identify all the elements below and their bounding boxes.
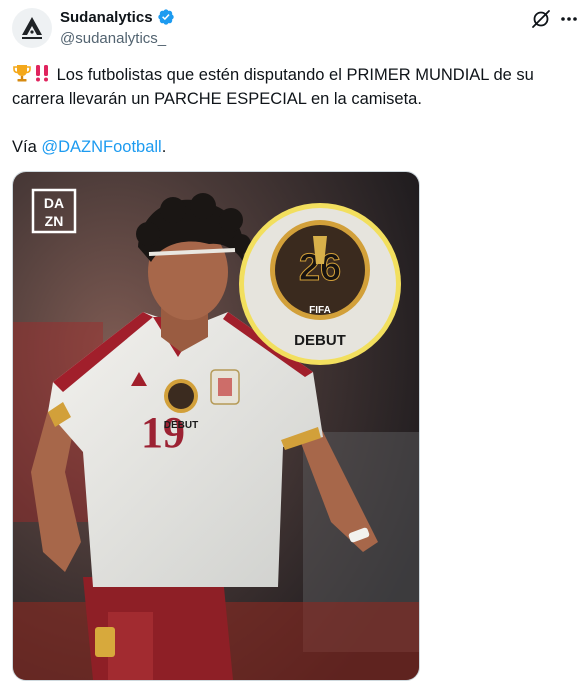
debut-patch: 26 FIFA DEBUT <box>239 203 401 365</box>
patch-label: DEBUT <box>294 332 346 349</box>
via-prefix: Vía <box>12 138 42 156</box>
dazn-logo-bottom: ZN <box>45 213 64 229</box>
tweet-main-text: Los futbolistas que estén disputando el … <box>12 66 534 108</box>
truncated-previous-text: · · · · · · · · · · · <box>60 0 144 6</box>
author-name-row[interactable]: Sudanalytics <box>60 8 175 26</box>
tweet-text: Los futbolistas que estén disputando el … <box>12 63 578 159</box>
more-options-icon[interactable] <box>558 8 580 30</box>
patch-fifa: FIFA <box>309 305 331 316</box>
double-exclamation-icon <box>36 65 48 82</box>
author-display-name[interactable]: Sudanalytics <box>60 9 153 26</box>
player-photo: 19 DEBUT DA ZN 26 FIFA DEBUT <box>13 172 419 680</box>
mention-link[interactable]: @DAZNFootball <box>41 138 161 156</box>
via-suffix: . <box>161 138 167 156</box>
author-handle[interactable]: @sudanalytics_ <box>60 30 166 47</box>
tweet-paragraph-main: Los futbolistas que estén disputando el … <box>12 63 578 111</box>
verified-badge-icon <box>157 9 174 25</box>
trophy-icon <box>13 65 31 82</box>
sudanalytics-logo-icon <box>22 17 42 39</box>
grok-icon[interactable] <box>530 8 552 30</box>
tweet-media-image[interactable]: 19 DEBUT DA ZN 26 FIFA DEBUT <box>12 171 420 681</box>
avatar[interactable] <box>12 8 52 48</box>
chest-patch-label: DEBUT <box>164 420 198 431</box>
tweet-paragraph-via: Vía @DAZNFootball. <box>12 135 578 159</box>
dazn-logo-top: DA <box>44 195 64 211</box>
shirt-number: 19 <box>141 408 185 457</box>
